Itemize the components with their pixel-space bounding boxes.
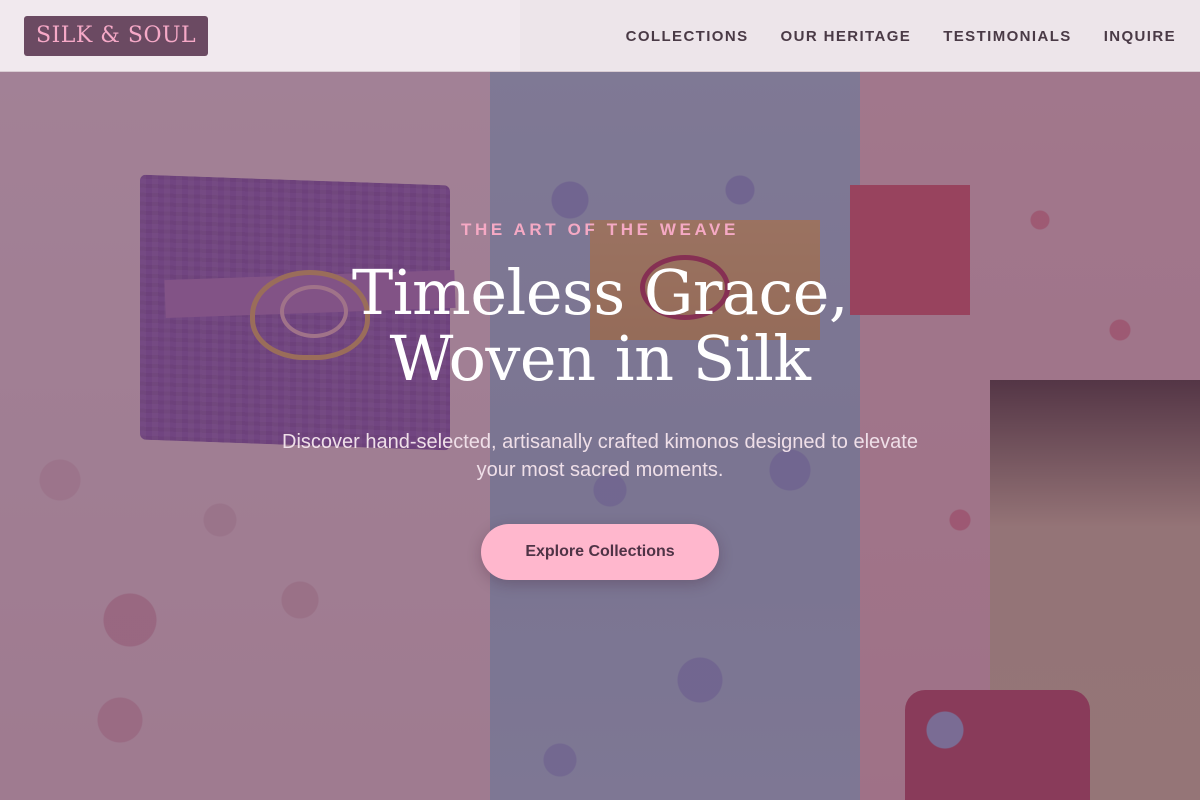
site-logo[interactable]: SILK & SOUL (24, 16, 209, 56)
landing-page: SILK & SOUL COLLECTIONS OUR HERITAGE TES… (0, 0, 1200, 800)
hero-section: THE ART OF THE WEAVE Timeless Grace, Wov… (0, 72, 1200, 800)
hero-headline-line-2: Woven in Silk (389, 322, 811, 395)
hero-eyebrow: THE ART OF THE WEAVE (461, 220, 739, 239)
main-nav: COLLECTIONS OUR HERITAGE TESTIMONIALS IN… (626, 0, 1176, 72)
explore-collections-button[interactable]: Explore Collections (481, 524, 719, 580)
nav-link-testimonials[interactable]: TESTIMONIALS (943, 28, 1071, 45)
hero-headline: Timeless Grace, Woven in Silk (0, 260, 1200, 392)
nav-link-collections[interactable]: COLLECTIONS (626, 28, 749, 45)
nav-link-inquire[interactable]: INQUIRE (1104, 28, 1176, 45)
hero-headline-line-1: Timeless Grace, (351, 256, 849, 329)
nav-link-our-heritage[interactable]: OUR HERITAGE (781, 28, 912, 45)
hero-subtitle: Discover hand-selected, artisanally craf… (282, 431, 918, 481)
site-header: SILK & SOUL COLLECTIONS OUR HERITAGE TES… (0, 0, 1200, 72)
